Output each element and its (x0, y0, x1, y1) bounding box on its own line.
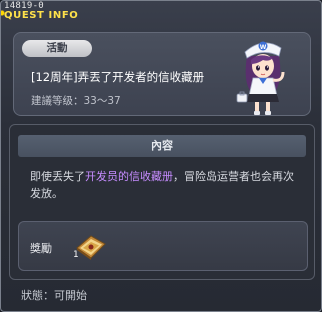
recommended-level: 建議等级：33～37 (31, 95, 121, 107)
description-highlight: 开发员的信收藏册 (85, 170, 173, 183)
event-tag: 活動 (22, 40, 92, 57)
reward-panel: 獎勵 1 (18, 221, 308, 271)
window-title: QUEST INFO (1, 8, 79, 21)
quest-info-window: 14819-0 QUEST INFO 活動 [12周年]弄丟了开发者的信收藏册 … (0, 0, 322, 312)
npc-portrait: W (236, 41, 285, 115)
svg-text:W: W (260, 44, 267, 51)
reward-count: 1 (73, 250, 79, 260)
content-panel: 內容 即使丢失了开发员的信收藏册，冒险岛运营者也会再次发放。 獎勵 1 (9, 124, 315, 280)
reward-item[interactable]: 1 (73, 230, 109, 262)
quest-title: [12周年]弄丟了开发者的信收藏册 (31, 70, 205, 84)
content-section-title: 內容 (18, 135, 306, 157)
description-text: 即使丢失了 (30, 170, 85, 183)
quest-status: 狀態：可開始 (21, 289, 87, 302)
reward-label: 獎勵 (30, 242, 52, 255)
quest-description: 即使丢失了开发员的信收藏册，冒险岛运营者也会再次发放。 (30, 168, 300, 202)
